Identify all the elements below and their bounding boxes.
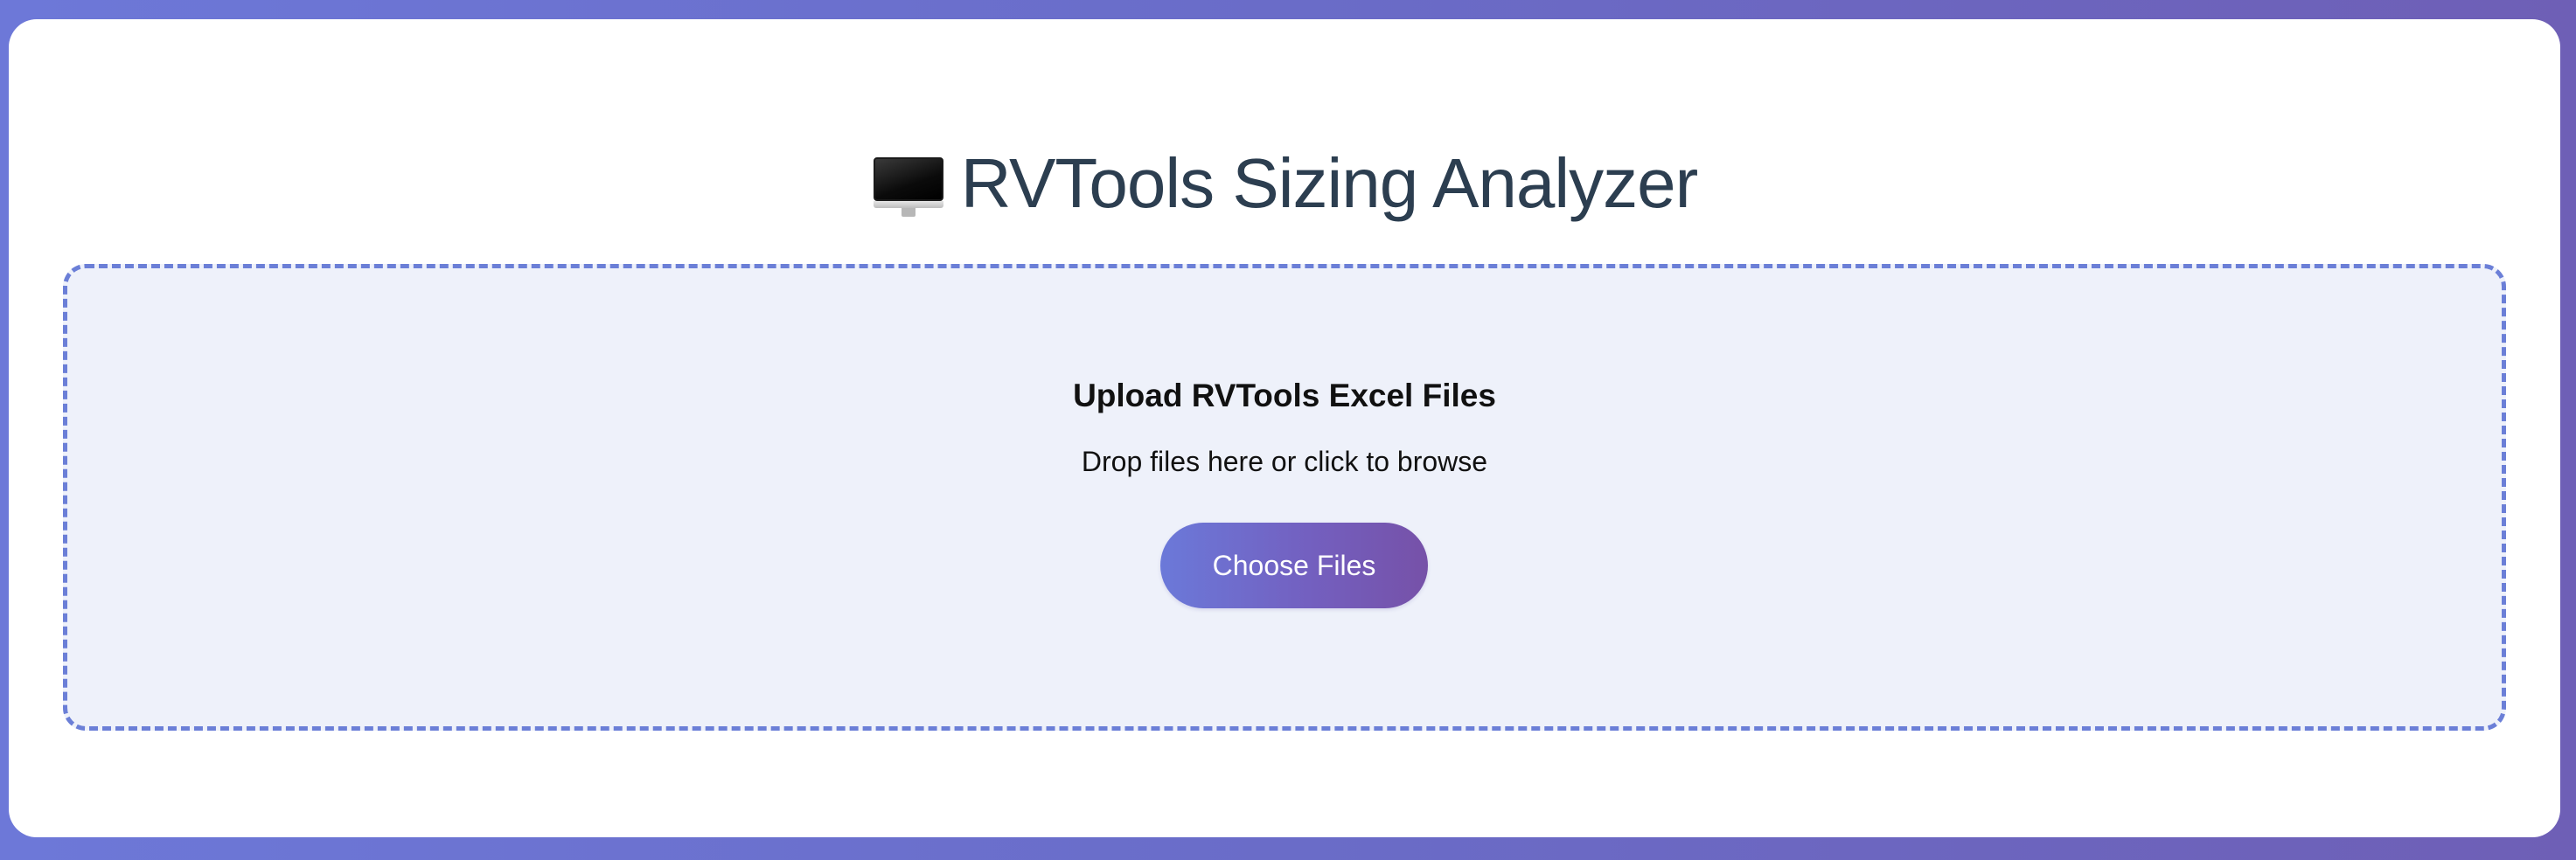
page-header: RVTools Sizing Analyzer [9,131,2560,236]
file-drop-zone[interactable]: Upload RVTools Excel Files Drop files he… [63,264,2506,731]
main-card: RVTools Sizing Analyzer Upload RVTools E… [9,19,2560,837]
choose-files-button[interactable]: Choose Files [1160,523,1428,608]
desktop-computer-icon [872,154,945,218]
page-title: RVTools Sizing Analyzer [960,144,1699,222]
upload-heading: Upload RVTools Excel Files [1073,378,1496,413]
upload-instruction: Drop files here or click to browse [1081,446,1488,477]
